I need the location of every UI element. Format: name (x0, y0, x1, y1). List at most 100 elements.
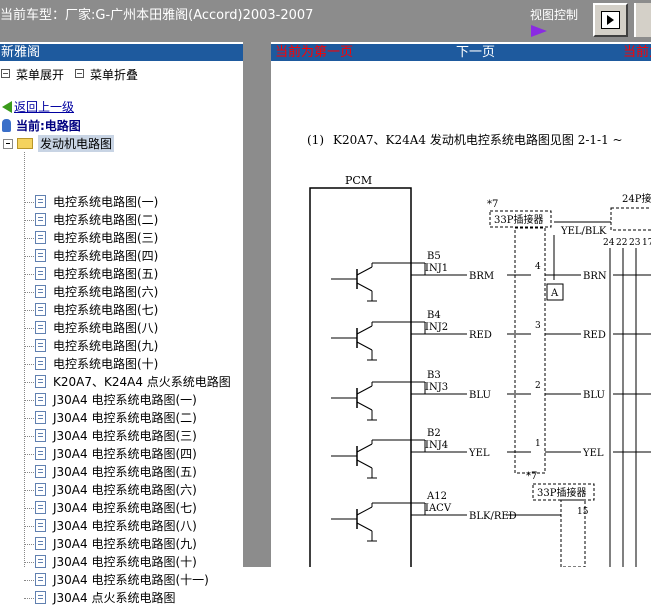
tree-item-label[interactable]: 电控系统电路图(八) (53, 320, 158, 336)
pcm-box (309, 187, 412, 567)
tree-item-label[interactable]: 电控系统电路图(三) (53, 230, 158, 246)
pcm-pin-label: B5 (427, 251, 441, 262)
tree-item-label[interactable]: J30A4 电控系统电路图(五) (53, 464, 197, 480)
conn33-top-label: 33P插接器 (494, 213, 543, 226)
tree-item-label[interactable]: J30A4 电控系统电路图(三) (53, 428, 197, 444)
tree-item-label[interactable]: 电控系统电路图(九) (53, 338, 158, 354)
tree-item-label[interactable]: 电控系统电路图(二) (53, 212, 158, 228)
pcm-pin-label: B3 (427, 370, 441, 381)
tree-connector (24, 238, 34, 239)
transistor-emitter (356, 522, 373, 532)
document-icon (35, 483, 46, 496)
transistor-collector (356, 266, 373, 276)
wire-color-label: BLK/RED (469, 511, 517, 522)
tree-item[interactable]: 电控系统电路图(二) (0, 212, 243, 230)
tree-item[interactable]: J30A4 电控系统电路图(一) (0, 392, 243, 410)
database-icon (2, 119, 11, 132)
wire-color-label: YEL (468, 448, 490, 459)
current-page-indicator: 当前为 (623, 45, 651, 60)
tree-connector (24, 310, 34, 311)
tree-item[interactable]: 电控系统电路图(十) (0, 356, 243, 374)
view-control-label: 视图控制 (530, 8, 579, 22)
transistor-collector (356, 506, 373, 516)
connector-pin-number: 4 (535, 262, 541, 272)
collapse-node-icon[interactable] (3, 139, 13, 149)
tree-item-label[interactable]: J30A4 电控系统电路图(二) (53, 410, 197, 426)
view-toggle-button[interactable] (593, 3, 628, 37)
document-icon (35, 195, 46, 208)
tree-connector (24, 490, 34, 491)
diagram-caption: K20A7、K24A4 发动机电控系统电路图见图 2-1-1 ~ (333, 132, 623, 147)
tree-item-label[interactable]: 电控系统电路图(五) (53, 266, 158, 282)
tree-item-label[interactable]: J30A4 电控系统电路图(九) (53, 536, 197, 552)
tree-item-label[interactable]: 电控系统电路图(一) (53, 194, 158, 210)
injector-rows: B5INJ1 BRM 4 BRN B4INJ2 RED 3 RED B3INJ3 BLU 2 BLU B… (331, 251, 651, 542)
tree-connector (24, 454, 34, 455)
tree-item[interactable]: 电控系统电路图(三) (0, 230, 243, 248)
back-link[interactable]: 返回上一级 (2, 98, 74, 115)
tree-item[interactable]: J30A4 电控系统电路图(二) (0, 410, 243, 428)
transistor-emitter (356, 459, 373, 469)
tree-connector (24, 274, 34, 275)
tree-item[interactable]: 电控系统电路图(六) (0, 284, 243, 302)
tree-item[interactable]: J30A4 电控系统电路图(六) (0, 482, 243, 500)
tree-item[interactable]: 电控系统电路图(四) (0, 248, 243, 266)
car-model-title: 当前车型：厂家:G-广州本田雅阁(Accord)2003-2007 (0, 8, 314, 23)
transistor-emitter (356, 282, 373, 292)
tree-item-label[interactable]: J30A4 电控系统电路图(七) (53, 500, 197, 516)
tree-item-label[interactable]: 电控系统电路图(十) (53, 356, 158, 372)
tree-item[interactable]: J30A4 电控系统电路图(三) (0, 428, 243, 446)
document-icon (35, 465, 46, 478)
first-page-indicator: 当前为第一页 (275, 45, 354, 60)
view-control-arrow-icon (531, 25, 547, 37)
tree-connector (24, 382, 34, 383)
wire-color-out-label: BLU (583, 390, 605, 401)
tree-item[interactable]: 电控系统电路图(八) (0, 320, 243, 338)
tree-item[interactable]: J30A4 点火系统电路图 (0, 590, 243, 608)
tree-item[interactable]: 电控系统电路图(七) (0, 302, 243, 320)
tree-item-label[interactable]: 电控系统电路图(七) (53, 302, 158, 318)
tree-item-label[interactable]: J30A4 电控系统电路图(十) (53, 554, 197, 570)
tree-item[interactable]: J30A4 电控系统电路图(七) (0, 500, 243, 518)
tree-item[interactable]: 电控系统电路图(一) (0, 194, 243, 212)
pcm-pin-label: A12 (426, 491, 447, 502)
star7-bottom: *7 (526, 471, 537, 482)
next-page-link[interactable]: 下一页 (456, 44, 495, 61)
tree-item-label[interactable]: J30A4 点火系统电路图 (53, 590, 175, 606)
back-link-label: 返回上一级 (14, 100, 75, 114)
menu-collapse-button[interactable]: 菜单折叠 (75, 66, 138, 83)
menu-panel-title: 新雅阁 (1, 45, 41, 60)
tree-item-label[interactable]: K20A7、K24A4 点火系统电路图 (53, 374, 231, 390)
tree-item[interactable]: J30A4 电控系统电路图(八) (0, 518, 243, 536)
tree-item-label[interactable]: J30A4 电控系统电路图(八) (53, 518, 197, 534)
tree-item[interactable]: J30A4 电控系统电路图(五) (0, 464, 243, 482)
tree-item-label[interactable]: J30A4 电控系统电路图(六) (53, 482, 197, 498)
tree-item-label[interactable]: J30A4 电控系统电路图(十一) (53, 572, 209, 588)
content-panel-header: 当前为第一页 下一页 当前为 (271, 44, 651, 61)
tree-item[interactable]: J30A4 电控系统电路图(四) (0, 446, 243, 464)
document-icon (35, 285, 46, 298)
yel-blk-label: YEL/BLK (560, 226, 607, 237)
tree-item[interactable]: 电控系统电路图(九) (0, 338, 243, 356)
tree-item-label[interactable]: 电控系统电路图(四) (53, 248, 158, 264)
pcm-signal-label: INJ4 (425, 440, 448, 451)
document-icon (35, 429, 46, 442)
folder-open-icon (17, 138, 33, 149)
tree-item[interactable]: 电控系统电路图(五) (0, 266, 243, 284)
tree-item[interactable]: J30A4 电控系统电路图(十一) (0, 572, 243, 590)
menu-expand-button[interactable]: 菜单展开 (1, 66, 64, 83)
document-icon (35, 447, 46, 460)
tree-item[interactable]: K20A7、K24A4 点火系统电路图 (0, 374, 243, 392)
tree-item-label[interactable]: 电控系统电路图(六) (53, 284, 158, 300)
tree-root-label[interactable]: 发动机电路图 (38, 135, 115, 152)
document-icon (35, 537, 46, 550)
document-icon (35, 321, 46, 334)
document-icon (35, 573, 46, 586)
panel-splitter[interactable] (243, 42, 271, 567)
wire-color-label: BLU (469, 390, 491, 401)
tree-connector (24, 562, 34, 563)
tree-item[interactable]: J30A4 电控系统电路图(十) (0, 554, 243, 572)
tree-item[interactable]: J30A4 电控系统电路图(九) (0, 536, 243, 554)
tree-item-label[interactable]: J30A4 电控系统电路图(一) (53, 392, 197, 408)
tree-item-label[interactable]: J30A4 电控系统电路图(四) (53, 446, 197, 462)
